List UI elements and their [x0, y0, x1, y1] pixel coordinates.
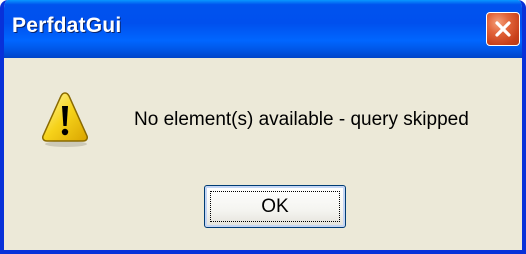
- ok-button[interactable]: OK: [204, 185, 346, 228]
- warning-icon: [42, 92, 88, 147]
- close-button[interactable]: [486, 12, 520, 46]
- window-title: PerfdatGui: [12, 14, 122, 37]
- ok-button-label: OK: [261, 196, 289, 217]
- message-dialog: PerfdatGui No element(s) available - que…: [0, 0, 526, 254]
- message-text: No element(s) available - query skipped: [134, 109, 469, 130]
- close-icon: [495, 21, 511, 37]
- title-bar[interactable]: PerfdatGui: [4, 0, 522, 58]
